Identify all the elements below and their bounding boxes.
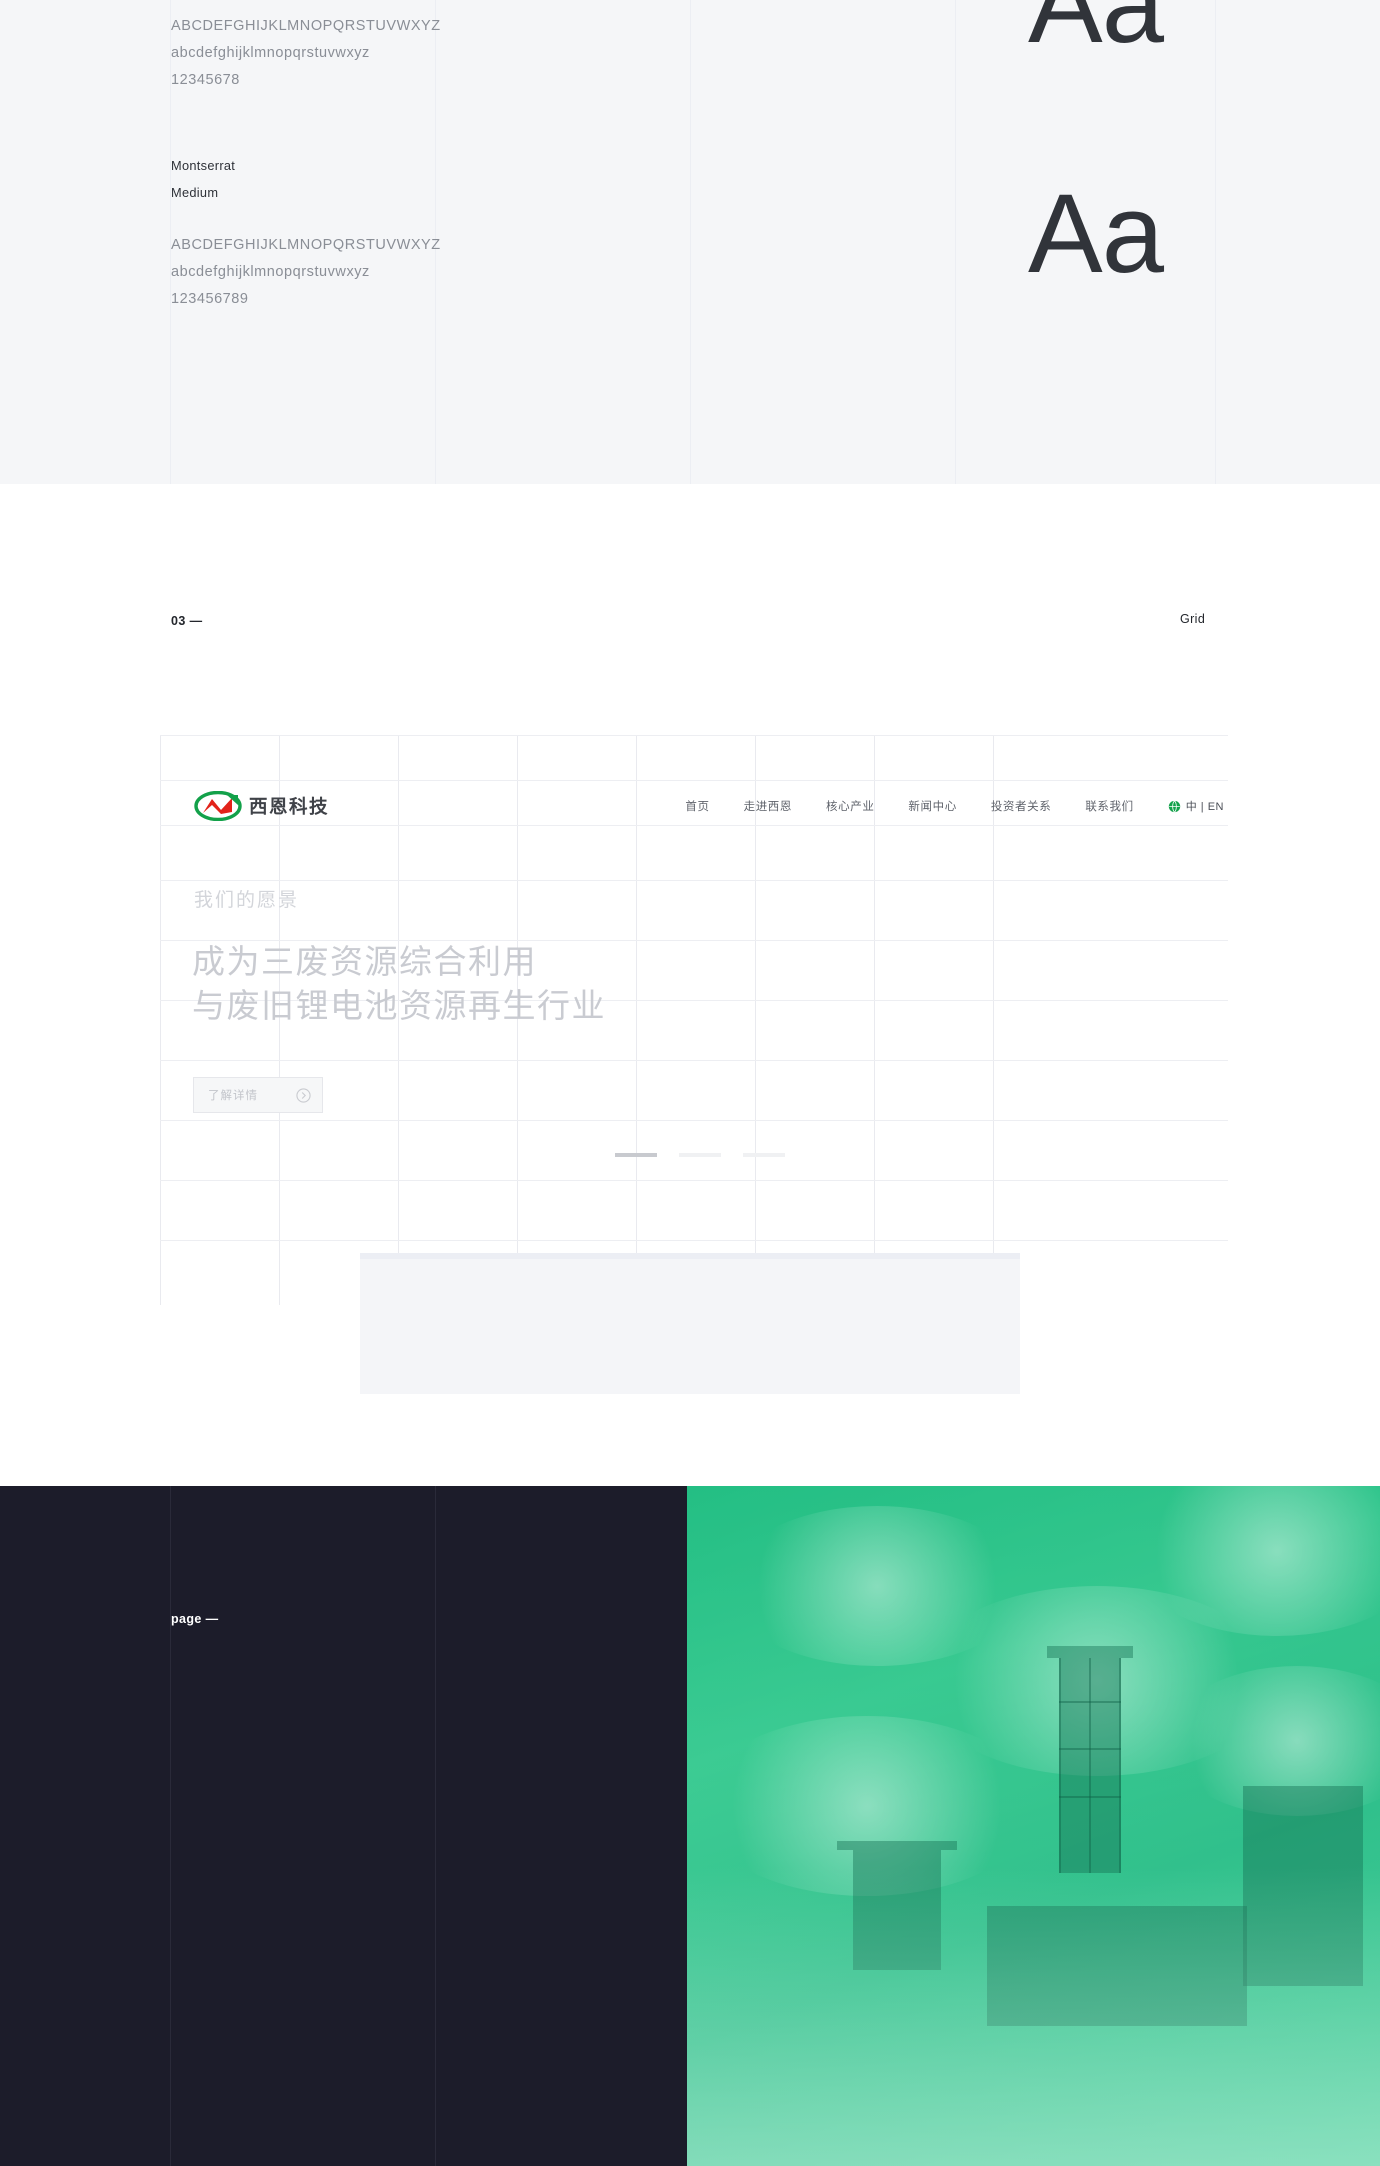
font-name-block: Montserrat Medium xyxy=(171,152,235,206)
nav-item-investors[interactable]: 投资者关系 xyxy=(991,798,1052,814)
nav-item-news[interactable]: 新闻中心 xyxy=(908,798,956,814)
carousel-dot-1[interactable] xyxy=(615,1153,657,1157)
hero-title: 成为三废资源综合利用 与废旧锂电池资源再生行业 xyxy=(192,940,606,1028)
industrial-photo-panel xyxy=(687,1486,1380,2166)
hero-title-line-2: 与废旧锂电池资源再生行业 xyxy=(192,987,606,1024)
specimen-lowercase: abcdefghijklmnopqrstuvwxyz xyxy=(171,264,370,280)
nav-item-about[interactable]: 走进西恩 xyxy=(744,798,792,814)
xien-logo-icon xyxy=(194,791,242,821)
hero-cta-label: 了解详情 xyxy=(208,1090,258,1102)
nav-item-contact[interactable]: 联系我们 xyxy=(1085,798,1133,814)
font-weight-name: Medium xyxy=(171,185,219,200)
grid-column-line xyxy=(1215,0,1216,484)
site-header: 西恩科技 首页 走进西恩 核心产业 新闻中心 投资者关系 联系我们 中 | EN xyxy=(160,775,1228,837)
carousel-dot-3[interactable] xyxy=(743,1153,785,1157)
specimen-lowercase: abcdefghijklmnopqrstuvwxyz xyxy=(171,45,370,61)
font-family-name: Montserrat xyxy=(171,158,236,173)
site-nav: 首页 走进西恩 核心产业 新闻中心 投资者关系 联系我们 中 | EN xyxy=(685,798,1228,814)
hero-kicker: 我们的愿景 xyxy=(194,890,300,911)
aa-specimen-bottom: Aa xyxy=(1028,171,1164,296)
grid-column-line xyxy=(955,0,956,484)
nav-item-industry[interactable]: 核心产业 xyxy=(826,798,874,814)
chevron-right-circle-icon xyxy=(296,1087,311,1103)
specimen-numerals: 123456789 xyxy=(171,291,249,307)
carousel-dot-2[interactable] xyxy=(679,1153,721,1157)
type-specimen-two: ABCDEFGHIJKLMNOPQRSTUVWXYZ abcdefghijklm… xyxy=(171,232,441,313)
section-title: Grid xyxy=(1180,612,1206,626)
website-grid-mockup: 西恩科技 首页 走进西恩 核心产业 新闻中心 投资者关系 联系我们 中 | EN… xyxy=(160,755,1228,1260)
carousel-indicators xyxy=(615,1153,785,1157)
page-mockup-section: 西恩科技 首页 走进西恩 核心产业 新闻中心 投资者关系 联系我们 中 | EN xyxy=(0,1486,1380,2166)
language-label: 中 | EN xyxy=(1185,801,1224,813)
dark-panel xyxy=(0,1486,687,2166)
hero-title-line-1: 成为三废资源综合利用 xyxy=(192,943,537,980)
language-switcher[interactable]: 中 | EN xyxy=(1168,798,1224,814)
nav-item-home[interactable]: 首页 xyxy=(685,798,709,814)
hero-cta-button[interactable]: 了解详情 xyxy=(193,1077,323,1113)
specimen-uppercase: ABCDEFGHIJKLMNOPQRSTUVWXYZ xyxy=(171,237,441,253)
page-section-label: page — xyxy=(171,1612,219,1626)
type-specimen-one: ABCDEFGHIJKLMNOPQRSTUVWXYZ abcdefghijklm… xyxy=(171,13,441,94)
specimen-numerals: 12345678 xyxy=(171,72,240,88)
typography-section: ABCDEFGHIJKLMNOPQRSTUVWXYZ abcdefghijklm… xyxy=(0,0,1380,484)
site-logo-text: 西恩科技 xyxy=(249,796,330,817)
site-logo[interactable]: 西恩科技 xyxy=(194,791,329,821)
specimen-uppercase: ABCDEFGHIJKLMNOPQRSTUVWXYZ xyxy=(171,18,441,34)
section-number: 03 — xyxy=(171,614,203,628)
aa-specimen-top: Aa xyxy=(1028,0,1164,66)
page-content-placeholder xyxy=(360,1259,1020,1394)
globe-icon xyxy=(1168,800,1180,812)
grid-column-line xyxy=(690,0,691,484)
